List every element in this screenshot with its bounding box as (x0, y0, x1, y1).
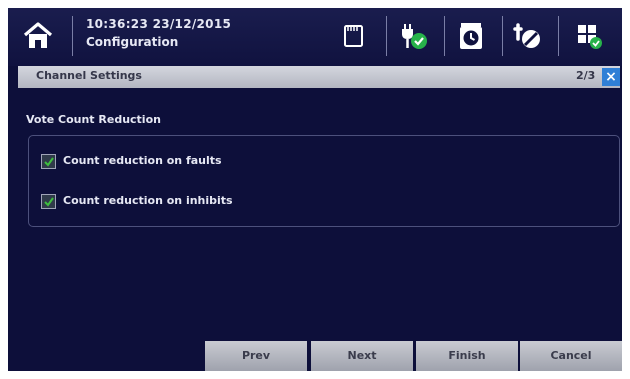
checkmark-icon (44, 157, 54, 167)
checkbox-faults[interactable] (41, 154, 56, 169)
plug-ok-icon (402, 24, 427, 49)
tools-button[interactable] (510, 21, 540, 51)
alarm-clock-icon (460, 23, 482, 49)
section-title: Vote Count Reduction (26, 113, 161, 126)
separator (72, 16, 73, 56)
checkbox-inhibits[interactable] (41, 194, 56, 209)
mode-label: Configuration (86, 35, 179, 49)
home-icon (23, 22, 53, 48)
separator (502, 16, 503, 56)
checkmark-icon (44, 197, 54, 207)
home-button[interactable] (22, 20, 54, 52)
options-group: Count reduction on faults Count reductio… (28, 135, 620, 227)
finish-button[interactable]: Finish (416, 341, 518, 371)
separator (386, 16, 387, 56)
prev-button[interactable]: Prev (205, 341, 307, 371)
next-button[interactable]: Next (311, 341, 413, 371)
main-screen: 10:36:23 23/12/2015 Configuration Channe… (8, 8, 622, 371)
menu-grid-button[interactable] (574, 21, 604, 51)
datetime-display: 10:36:23 23/12/2015 (86, 17, 232, 31)
separator (558, 16, 559, 56)
separator (444, 16, 445, 56)
dialog-title-bar: Channel Settings 2/3 × (18, 66, 620, 88)
tools-disabled-icon (513, 23, 540, 48)
cancel-button[interactable]: Cancel (520, 341, 622, 371)
memory-card-icon (344, 25, 363, 47)
option-label: Count reduction on faults (63, 154, 222, 167)
grid-menu-icon (578, 25, 602, 49)
power-status-button[interactable] (396, 21, 427, 51)
page-indicator: 2/3 (576, 69, 596, 82)
memory-card-button[interactable] (338, 21, 368, 51)
top-status-bar: 10:36:23 23/12/2015 Configuration (8, 8, 622, 66)
option-label: Count reduction on inhibits (63, 194, 233, 207)
alarm-clock-button[interactable] (456, 21, 486, 51)
dialog-title: Channel Settings (36, 69, 142, 82)
close-button[interactable]: × (602, 68, 620, 86)
